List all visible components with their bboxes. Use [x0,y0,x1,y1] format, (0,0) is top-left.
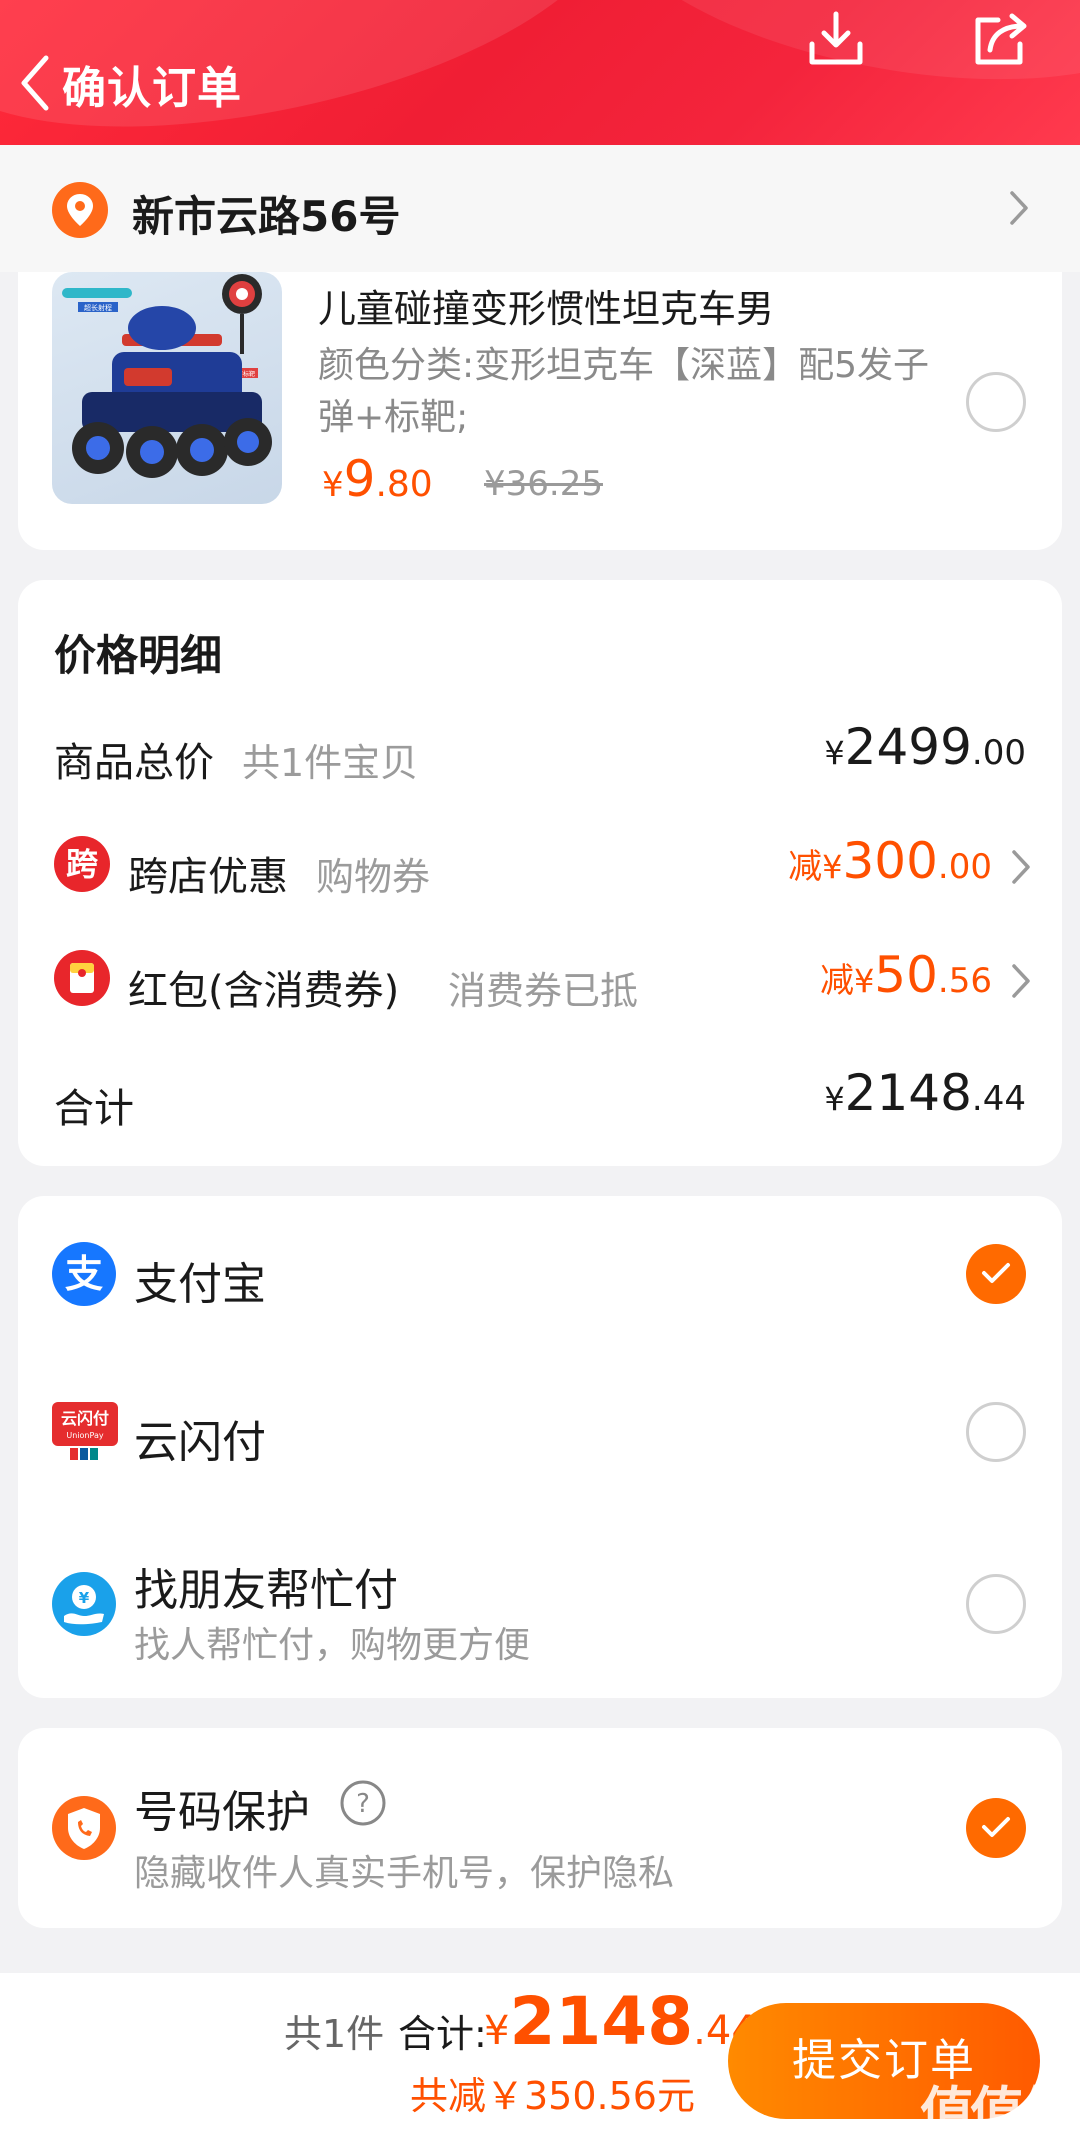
alipay-icon: 支 [52,1242,116,1306]
product-image[interactable]: 超长射程 双层标靶 [52,272,282,504]
address-text: 新市云路56号 [132,192,401,241]
unionpay-icon: 云闪付 UnionPay [52,1402,118,1460]
chevron-right-icon [1012,850,1030,884]
tank-toy-illustration: 超长射程 双层标靶 [62,274,272,478]
cross-store-label: 跨店优惠 [128,854,288,900]
number-protection-card: 号码保护 ? 隐藏收件人真实手机号，保护隐私 [18,1728,1062,1928]
price-detail-card: 价格明细 商品总价 共1件宝贝 ¥2499.00 跨 跨店优惠 购物券 减¥30… [18,580,1062,1166]
help-question-icon[interactable]: ? [338,1778,388,1828]
total-label: 合计: [398,2012,487,2056]
protection-sub: 隐藏收件人真实手机号，保护隐私 [134,1853,675,1894]
payment-methods-card: 支 支付宝 云闪付 UnionPay 云闪付 ¥ 找朋友帮忙付 找人帮忙付，购物… [18,1196,1062,1698]
share-icon[interactable] [972,10,1032,68]
bottom-checkout-bar: 共1件 合计: ¥2148.44 共减￥350.56元 提交订单 [0,1973,1080,2155]
total-amount: ¥2148.44 [484,1983,757,2060]
product-select-radio[interactable] [966,372,1026,432]
protection-label: 号码保护 [134,1787,310,1838]
goods-total-amount: ¥2499.00 [824,718,1026,776]
watermark: 值值值 zhizhizhi.com [920,2081,1074,2155]
back-icon[interactable] [16,52,56,114]
red-packet-sub: 消费券已抵 [448,969,639,1013]
page-title: 确认订单 [62,63,242,114]
phone-shield-icon [52,1796,116,1860]
unionpay-label[interactable]: 云闪付 [134,1406,266,1470]
sum-amount: ¥2148.44 [824,1064,1026,1122]
download-icon[interactable] [806,10,866,68]
friend-pay-radio[interactable] [966,1574,1026,1634]
alipay-radio[interactable] [966,1244,1026,1304]
friend-pay-icon: ¥ [52,1572,116,1636]
svg-text:UnionPay: UnionPay [66,1431,103,1440]
saved-amount: 共减￥350.56元 [410,2074,695,2118]
item-count: 共1件 [284,2012,385,2056]
goods-total-label: 商品总价 [54,740,214,786]
svg-text:¥: ¥ [79,1589,90,1607]
goods-total-sub: 共1件宝贝 [242,741,419,785]
red-packet-discount[interactable]: 减¥50.56 [820,946,992,1004]
svg-text:云闪付: 云闪付 [61,1409,109,1428]
alipay-label[interactable]: 支付宝 [134,1248,266,1312]
chevron-right-icon [1012,964,1030,998]
svg-text:超长射程: 超长射程 [84,303,112,312]
cross-store-sub: 购物券 [316,855,431,899]
chevron-right-icon [1010,191,1028,225]
cross-store-discount[interactable]: 减¥300.00 [788,832,992,890]
product-original-price: ¥36.25 [484,464,603,504]
red-packet-icon [54,950,110,1006]
product-price: ¥9.80 [322,450,433,508]
protection-toggle-radio[interactable] [966,1798,1026,1858]
header-bar: 确认订单 [0,0,1080,145]
address-row[interactable]: 新市云路56号 [0,145,1080,272]
friend-pay-label[interactable]: 找朋友帮忙付 [134,1554,398,1618]
cross-store-badge-icon: 跨 [54,836,110,892]
price-detail-title: 价格明细 [54,631,223,680]
product-sku: 颜色分类:变形坦克车【深蓝】配5发子弹+标靶; [318,345,930,438]
location-pin-icon [52,182,108,238]
svg-text:支: 支 [65,1252,103,1296]
sum-label: 合计 [54,1086,134,1132]
product-card: 超长射程 双层标靶 儿童碰撞变形惯性坦克车男 颜色分类:变形坦克车【深蓝】配5发… [18,272,1062,550]
svg-text:?: ? [356,1789,370,1819]
red-packet-label: 红包(含消费券) [128,968,400,1014]
friend-pay-sub: 找人帮忙付，购物更方便 [134,1625,531,1666]
product-title: 儿童碰撞变形惯性坦克车男 [318,287,775,331]
unionpay-radio[interactable] [966,1402,1026,1462]
